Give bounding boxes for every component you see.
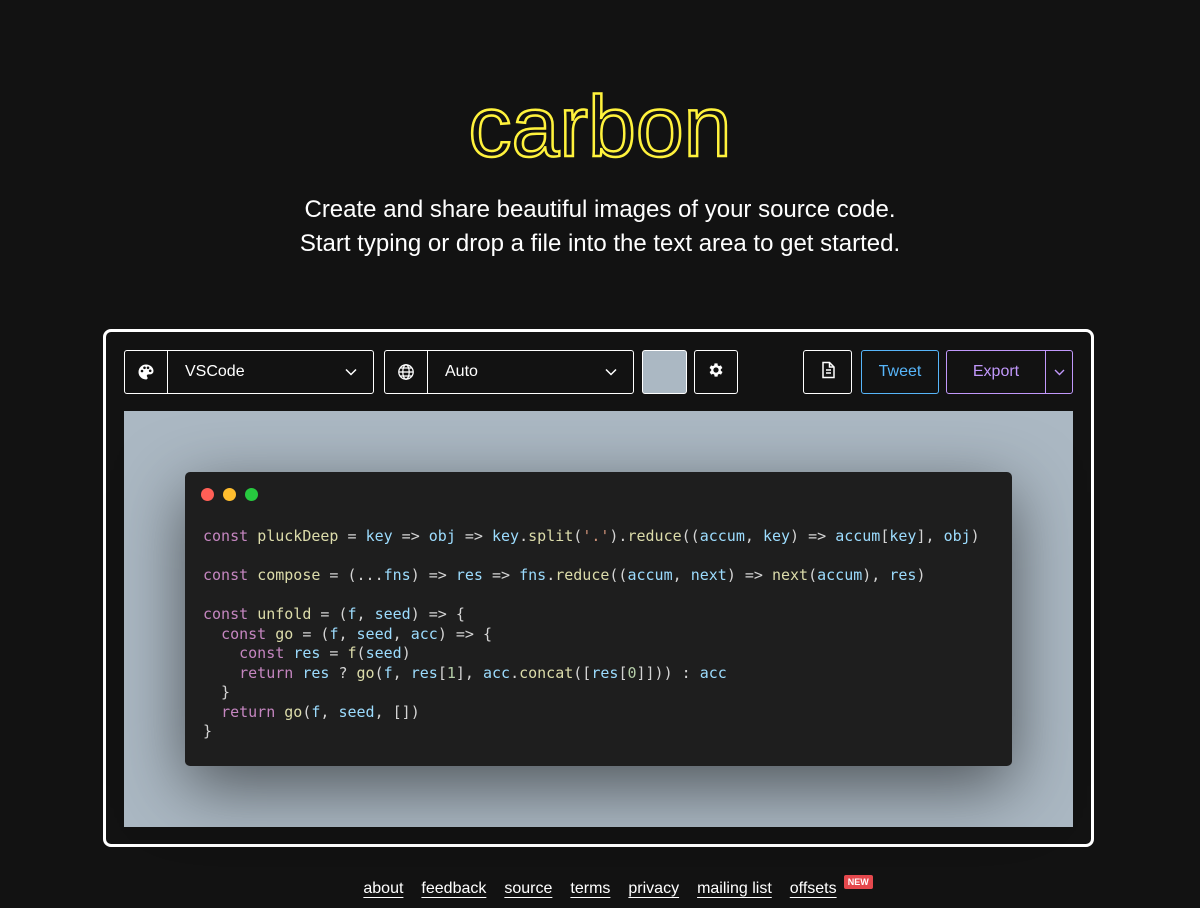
theme-dropdown[interactable]: VSCode xyxy=(124,350,374,394)
minimize-dot-icon xyxy=(223,488,236,501)
chevron-down-icon xyxy=(1054,363,1065,381)
code-line: const compose = (...fns) => res => fns.r… xyxy=(203,566,926,584)
close-dot-icon xyxy=(201,488,214,501)
palette-icon xyxy=(125,351,168,393)
maximize-dot-icon xyxy=(245,488,258,501)
code-line: return go(f, seed, []) xyxy=(221,702,420,721)
logo-text: carbon xyxy=(469,80,732,170)
new-badge: NEW xyxy=(843,875,873,889)
code-line: const go = (f, seed, acc) => { xyxy=(221,624,492,643)
gear-icon xyxy=(707,361,725,384)
code-window: const pluckDeep = key => obj => key.spli… xyxy=(185,472,1012,766)
footer-link-mailing-list[interactable]: mailing list xyxy=(697,880,772,898)
export-button[interactable]: Export xyxy=(947,351,1045,393)
footer-link-privacy[interactable]: privacy xyxy=(628,880,679,898)
export-button-group: Export xyxy=(946,350,1073,394)
copy-icon xyxy=(820,361,836,384)
footer-link-about[interactable]: about xyxy=(363,880,403,898)
code-line: const res = f(seed) xyxy=(239,644,411,662)
globe-icon xyxy=(385,351,428,393)
code-editor[interactable]: const pluckDeep = key => obj => key.spli… xyxy=(203,527,980,742)
tweet-button[interactable]: Tweet xyxy=(861,350,939,394)
code-line: const unfold = (f, seed) => { xyxy=(203,605,465,623)
language-value: Auto xyxy=(445,363,478,380)
settings-button[interactable] xyxy=(694,350,738,394)
footer-link-source[interactable]: source xyxy=(504,880,552,898)
chevron-down-icon xyxy=(589,368,633,376)
language-dropdown[interactable]: Auto xyxy=(384,350,634,394)
footer-link-offsets[interactable]: offsets NEW xyxy=(790,875,873,898)
chevron-down-icon xyxy=(329,368,373,376)
window-controls xyxy=(201,488,258,501)
footer-links: about feedback source terms privacy mailing l… xyxy=(0,875,1200,898)
carbon-logo[interactable]: carbon xyxy=(0,80,1200,175)
code-line: const pluckDeep = key => obj => key.spli… xyxy=(203,527,980,545)
copy-button[interactable] xyxy=(803,350,852,394)
background-color-picker[interactable] xyxy=(642,350,687,394)
code-line: } xyxy=(203,683,231,701)
code-canvas: const pluckDeep = key => obj => key.spli… xyxy=(124,411,1073,827)
code-line: return res ? go(f, res[1], acc.concat([r… xyxy=(239,663,727,682)
code-line: } xyxy=(203,722,213,740)
theme-value: VSCode xyxy=(185,363,245,380)
footer-link-terms[interactable]: terms xyxy=(570,880,610,898)
editor-container: VSCode Auto Tweet Export const pluckDeep… xyxy=(103,329,1094,847)
tagline-line-2: Start typing or drop a file into the tex… xyxy=(299,230,901,257)
tagline-line-1: Create and share beautiful images of you… xyxy=(304,196,896,223)
footer-link-feedback[interactable]: feedback xyxy=(421,880,486,898)
export-menu-toggle[interactable] xyxy=(1045,351,1072,393)
